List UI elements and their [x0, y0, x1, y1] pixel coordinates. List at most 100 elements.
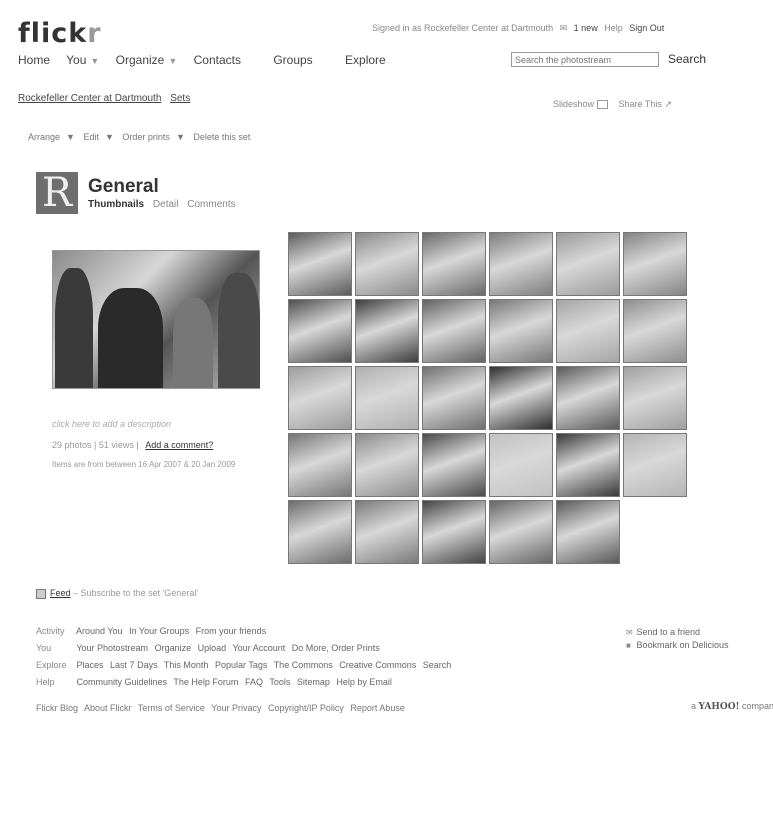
tab-thumbnails[interactable]: Thumbnails	[88, 199, 144, 210]
tab-detail[interactable]: Detail	[153, 199, 179, 210]
flickr-logo[interactable]: flickr	[18, 18, 102, 49]
nav-you[interactable]: You	[66, 53, 86, 67]
photo-thumbnail[interactable]	[623, 433, 687, 497]
photo-thumbnail[interactable]	[489, 433, 553, 497]
footer-link[interactable]: Search	[423, 660, 452, 670]
nav-groups[interactable]: Groups	[273, 53, 312, 67]
feed-link[interactable]: Feed	[50, 588, 71, 598]
footer-link[interactable]: Report Abuse	[350, 703, 405, 713]
footer-link[interactable]: Your Photostream	[76, 643, 148, 653]
nav-organize[interactable]: Organize	[116, 53, 165, 67]
photo-thumbnail[interactable]	[556, 500, 620, 564]
yahoo-company-logo[interactable]: a YAHOO! company	[691, 701, 773, 712]
description-prompt[interactable]: click here to add a description	[52, 419, 171, 429]
footer-link[interactable]: FAQ	[245, 677, 263, 687]
add-comment-link[interactable]: Add a comment?	[145, 440, 213, 450]
photo-thumbnail[interactable]	[623, 366, 687, 430]
footer-link[interactable]: In Your Groups	[129, 626, 189, 636]
photo-thumbnail[interactable]	[489, 299, 553, 363]
send-to-friend-link[interactable]: Send to a friend	[637, 627, 701, 637]
arrange-menu[interactable]: Arrange	[28, 132, 60, 142]
photo-thumbnail[interactable]	[556, 366, 620, 430]
edit-menu[interactable]: Edit	[83, 132, 99, 142]
chevron-down-icon[interactable]: ▼	[176, 132, 185, 142]
photo-thumbnail[interactable]	[355, 500, 419, 564]
photo-thumbnail[interactable]	[556, 232, 620, 296]
footer-link[interactable]: Terms of Service	[138, 703, 205, 713]
photo-thumbnail[interactable]	[355, 299, 419, 363]
search-input[interactable]	[511, 52, 659, 67]
share-icon[interactable]: ↗	[664, 99, 672, 109]
feed-icon[interactable]	[36, 588, 46, 599]
chevron-down-icon[interactable]: ▼	[90, 56, 99, 66]
footer-row-help: Help Community Guidelines The Help Forum…	[36, 677, 396, 687]
footer-link[interactable]: This Month	[164, 660, 209, 670]
nav-home[interactable]: Home	[18, 53, 50, 67]
photo-thumbnail[interactable]	[355, 433, 419, 497]
photo-thumbnail[interactable]	[422, 232, 486, 296]
nav-explore[interactable]: Explore	[345, 53, 386, 67]
photo-thumbnail[interactable]	[355, 366, 419, 430]
footer-link[interactable]: Creative Commons	[339, 660, 416, 670]
photo-thumbnail[interactable]	[489, 500, 553, 564]
feed-line: Feed – Subscribe to the set 'General'	[36, 588, 198, 599]
photo-thumbnail[interactable]	[489, 366, 553, 430]
nav-contacts[interactable]: Contacts	[194, 53, 241, 67]
footer-link[interactable]: From your friends	[196, 626, 267, 636]
mail-icon[interactable]: ✉	[560, 23, 568, 33]
chevron-down-icon[interactable]: ▼	[168, 56, 177, 66]
footer-link[interactable]: Last 7 Days	[110, 660, 158, 670]
footer-link[interactable]: Your Account	[233, 643, 286, 653]
photo-thumbnail[interactable]	[422, 366, 486, 430]
photo-thumbnail[interactable]	[288, 433, 352, 497]
photo-thumbnail[interactable]	[556, 433, 620, 497]
photo-thumbnail[interactable]	[422, 299, 486, 363]
photo-thumbnail[interactable]	[422, 500, 486, 564]
breadcrumb: Rockefeller Center at Dartmouth Sets	[18, 93, 196, 104]
search-button[interactable]: Search	[668, 52, 706, 66]
footer-link[interactable]: Sitemap	[297, 677, 330, 687]
photo-thumbnail[interactable]	[556, 299, 620, 363]
footer-link[interactable]: About Flickr	[84, 703, 132, 713]
chevron-down-icon[interactable]: ▼	[105, 132, 114, 142]
footer-link[interactable]: Community Guidelines	[77, 677, 168, 687]
delete-set-link[interactable]: Delete this set	[193, 132, 250, 142]
logo-tail: r	[87, 18, 102, 49]
bookmark-link[interactable]: Bookmark on Delicious	[637, 640, 729, 650]
help-link[interactable]: Help	[604, 23, 623, 33]
order-prints-menu[interactable]: Order prints	[122, 132, 170, 142]
tab-comments[interactable]: Comments	[187, 199, 235, 210]
slideshow-link[interactable]: Slideshow	[553, 99, 594, 109]
share-link[interactable]: Share This	[619, 99, 662, 109]
sign-out-link[interactable]: Sign Out	[629, 23, 664, 33]
footer-link[interactable]: Organize	[155, 643, 192, 653]
photo-thumbnail[interactable]	[288, 500, 352, 564]
footer-link[interactable]: The Commons	[274, 660, 333, 670]
primary-photo[interactable]	[52, 250, 260, 389]
footer-link[interactable]: Do More, Order Prints	[292, 643, 380, 653]
photo-thumbnail[interactable]	[623, 232, 687, 296]
footer-link[interactable]: The Help Forum	[173, 677, 238, 687]
photo-thumbnail[interactable]	[288, 366, 352, 430]
photo-thumbnail[interactable]	[489, 232, 553, 296]
footer-link[interactable]: Copyright/IP Policy	[268, 703, 344, 713]
footer-link[interactable]: Help by Email	[336, 677, 392, 687]
chevron-down-icon[interactable]: ▼	[66, 132, 75, 142]
photo-thumbnail[interactable]	[288, 232, 352, 296]
footer-link[interactable]: Around You	[76, 626, 123, 636]
footer-link[interactable]: Popular Tags	[215, 660, 267, 670]
set-stats: 29 photos | 51 views | Add a comment?	[52, 440, 214, 450]
breadcrumb-owner[interactable]: Rockefeller Center at Dartmouth	[18, 93, 161, 104]
photo-thumbnail[interactable]	[355, 232, 419, 296]
photo-thumbnail[interactable]	[623, 299, 687, 363]
photo-thumbnail[interactable]	[422, 433, 486, 497]
footer-link[interactable]: Upload	[198, 643, 227, 653]
breadcrumb-sets[interactable]: Sets	[170, 93, 190, 104]
footer-link[interactable]: Your Privacy	[211, 703, 261, 713]
footer-link[interactable]: Tools	[269, 677, 290, 687]
mail-link[interactable]: 1 new	[574, 23, 598, 33]
footer-link[interactable]: Places	[77, 660, 104, 670]
footer-link[interactable]: Flickr Blog	[36, 703, 78, 713]
slideshow-icon[interactable]	[597, 100, 609, 110]
photo-thumbnail[interactable]	[288, 299, 352, 363]
